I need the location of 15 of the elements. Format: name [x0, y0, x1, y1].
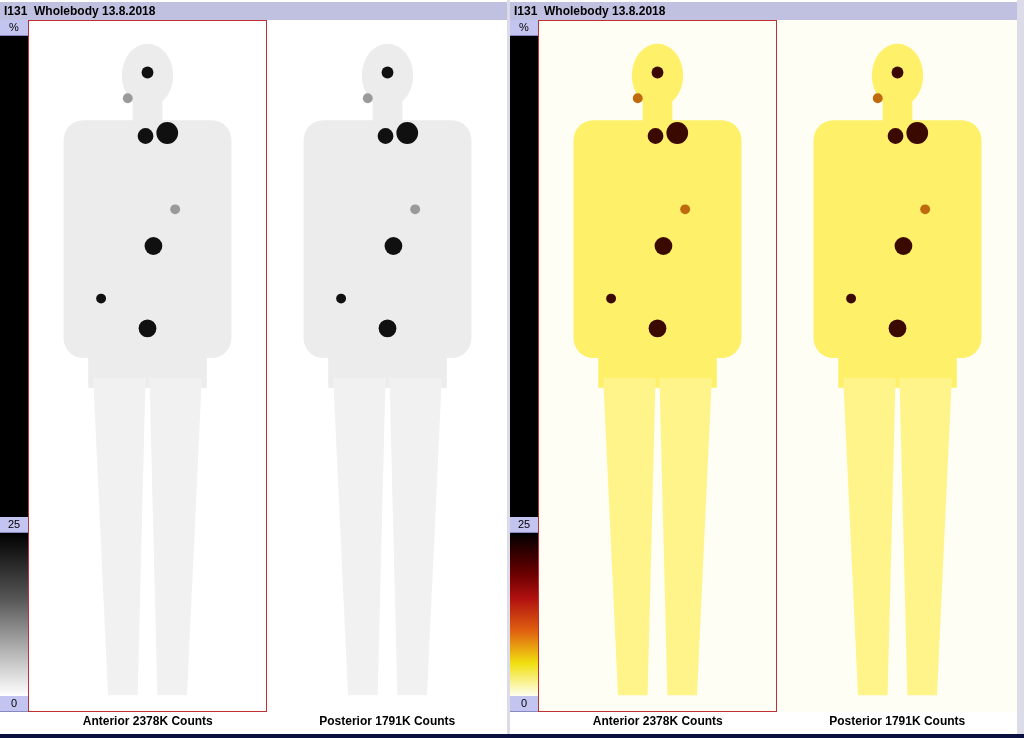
view-label: Anterior 2378K Counts — [592, 713, 723, 730]
image-title: I131 Wholebody 13.8.2018 — [510, 2, 1017, 20]
view-label: Anterior 2378K Counts — [82, 713, 213, 730]
scale-upper-label[interactable]: 25 — [0, 517, 28, 533]
scale-unit-label: % — [510, 20, 538, 36]
scale-unit-label: % — [0, 20, 28, 36]
scale-lower-label[interactable]: 0 — [0, 696, 28, 712]
scan-view[interactable] — [777, 20, 1017, 712]
scale-lower-label[interactable]: 0 — [510, 696, 538, 712]
scan-view[interactable] — [538, 20, 778, 712]
scan-view[interactable] — [28, 20, 268, 712]
image-title: I131 Wholebody 13.8.2018 — [0, 2, 507, 20]
view-label: Posterior 1791K Counts — [319, 713, 456, 730]
view-label: Posterior 1791K Counts — [829, 713, 966, 730]
scale-upper-label[interactable]: 25 — [510, 517, 538, 533]
